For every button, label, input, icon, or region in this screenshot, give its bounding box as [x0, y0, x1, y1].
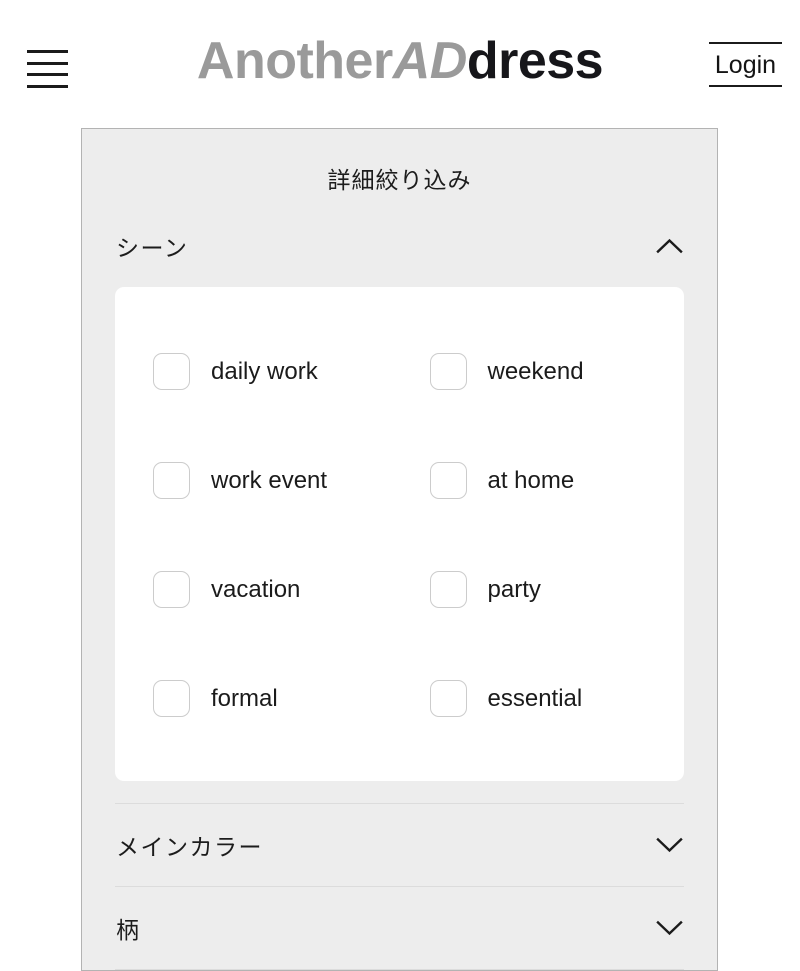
filter-section-header-scene[interactable]: シーン [82, 205, 717, 287]
checkbox-option-essential[interactable]: essential [400, 644, 685, 753]
filter-section-scene: シーン daily work weekend work event at hom… [82, 205, 717, 803]
checkbox-input-essential[interactable] [429, 680, 467, 717]
checkbox-input-weekend[interactable] [429, 353, 467, 390]
site-logo[interactable]: AnotherADdress [0, 28, 800, 94]
checkbox-input-at-home[interactable] [429, 462, 467, 499]
checkbox-label-essential: essential [487, 684, 583, 712]
checkbox-option-work-event[interactable]: work event [115, 426, 400, 535]
checkbox-input-daily-work[interactable] [153, 353, 190, 390]
filter-section-main-color: メインカラー [82, 804, 717, 886]
checkbox-input-work-event[interactable] [153, 462, 190, 499]
checkbox-option-party[interactable]: party [400, 535, 685, 644]
filter-panel-title: 詳細絞り込み [327, 167, 472, 193]
checkbox-option-vacation[interactable]: vacation [115, 535, 400, 644]
checkbox-option-weekend[interactable]: weekend [400, 317, 685, 426]
chevron-down-icon[interactable] [656, 920, 683, 936]
filter-section-label-scene: シーン [116, 235, 189, 261]
checkbox-label-formal: formal [211, 684, 278, 712]
site-header: AnotherADdress Login [0, 0, 800, 125]
logo-part-dress: dress [466, 32, 604, 90]
logo-part-ad: AD [392, 32, 468, 90]
checkbox-input-formal[interactable] [153, 680, 190, 717]
checkbox-input-party[interactable] [429, 571, 467, 608]
filter-panel: 詳細絞り込み シーン daily work weekend work event… [81, 128, 718, 971]
scene-options-card: daily work weekend work event at home va… [115, 287, 684, 781]
checkbox-label-daily-work: daily work [211, 357, 318, 385]
checkbox-option-at-home[interactable]: at home [400, 426, 685, 535]
filter-section-header-pattern[interactable]: 柄 [82, 887, 717, 969]
filter-section-header-main-color[interactable]: メインカラー [82, 804, 717, 886]
checkbox-option-daily-work[interactable]: daily work [115, 317, 400, 426]
chevron-down-icon[interactable] [656, 837, 683, 853]
checkbox-label-weekend: weekend [487, 357, 584, 385]
scene-options-grid: daily work weekend work event at home va… [115, 317, 684, 753]
checkbox-label-party: party [487, 575, 541, 603]
filter-section-pattern: 柄 [82, 887, 717, 969]
checkbox-label-vacation: vacation [211, 575, 301, 603]
section-divider [115, 969, 684, 970]
login-button[interactable]: Login [709, 42, 782, 87]
checkbox-label-at-home: at home [487, 466, 575, 494]
filter-section-label-main-color: メインカラー [116, 834, 263, 860]
filter-section-label-pattern: 柄 [116, 917, 141, 943]
checkbox-option-formal[interactable]: formal [115, 644, 400, 753]
checkbox-label-work-event: work event [211, 466, 328, 494]
checkbox-input-vacation[interactable] [153, 571, 190, 608]
scene-options-wrapper: daily work weekend work event at home va… [82, 287, 717, 803]
logo-part-another: Another [196, 32, 393, 90]
chevron-up-icon[interactable] [656, 238, 683, 254]
